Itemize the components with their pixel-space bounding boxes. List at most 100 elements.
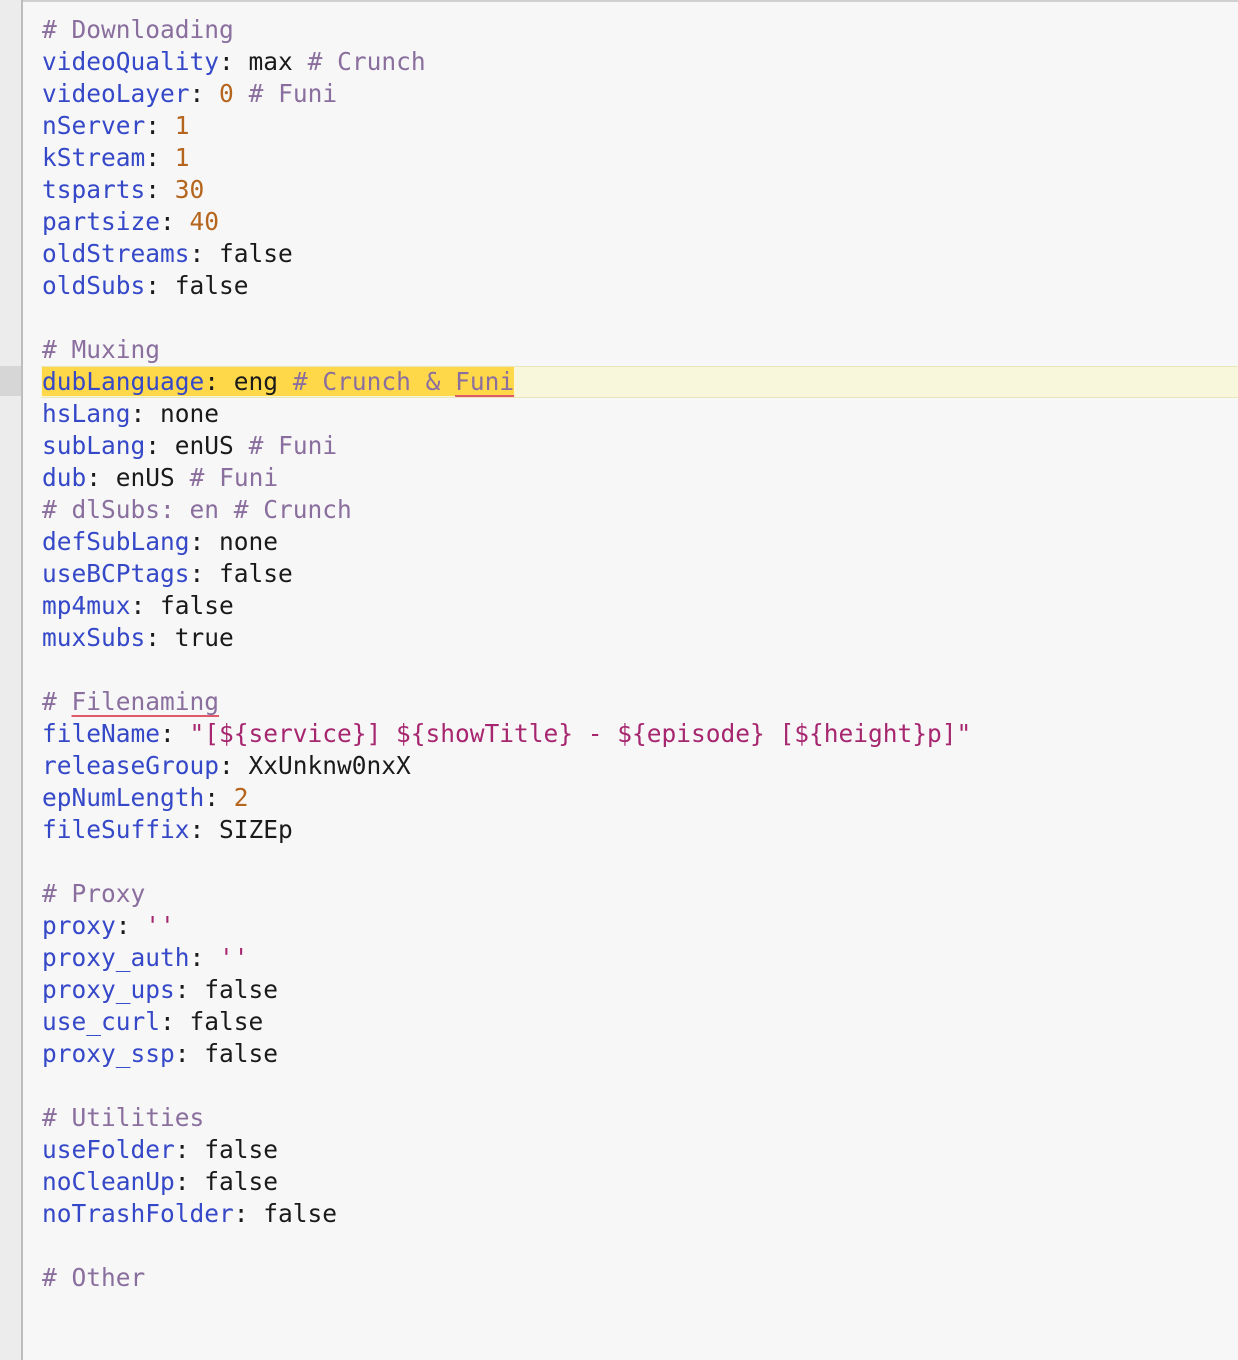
code-line[interactable]: dubLanguage: eng # Crunch & Funi — [41, 366, 1238, 398]
yaml-colon: : — [233, 1199, 264, 1228]
code-line[interactable]: tsparts: 30 — [42, 174, 1238, 206]
code-line[interactable]: # Filenaming — [42, 686, 1238, 718]
code-line[interactable]: # Utilities — [42, 1102, 1238, 1134]
inline-comment: # Crunch & — [292, 367, 456, 396]
code-area[interactable]: # Downloading videoQuality: max # Crunch v… — [41, 14, 1238, 1294]
kv-pair: oldSubs: false — [42, 271, 249, 300]
yaml-colon: : — [189, 559, 220, 588]
kv-pair: videoQuality: max # Crunch — [42, 47, 426, 76]
code-line[interactable]: # Downloading — [42, 14, 1238, 46]
code-line[interactable]: noTrashFolder: false — [42, 1198, 1238, 1230]
code-line[interactable]: hsLang: none — [42, 398, 1238, 430]
comment-text-misspelled: Filenaming — [71, 687, 220, 716]
code-line[interactable]: partsize: 40 — [42, 206, 1238, 238]
yaml-value: false — [204, 1039, 279, 1068]
comment-text: # Proxy — [42, 879, 146, 908]
yaml-colon: : — [204, 783, 234, 812]
comment-text: # Utilities — [42, 1103, 205, 1132]
code-line[interactable] — [42, 1230, 1238, 1262]
code-line[interactable]: subLang: enUS # Funi — [42, 430, 1238, 462]
code-line[interactable]: dub: enUS # Funi — [42, 462, 1238, 494]
kv-pair: useBCPtags: false — [42, 559, 293, 588]
yaml-colon: : — [145, 111, 175, 140]
yaml-colon: : — [189, 815, 220, 844]
comment-text: # Other — [42, 1263, 146, 1292]
yaml-colon: : — [219, 751, 249, 780]
yaml-key: muxSubs — [42, 623, 146, 652]
yaml-colon: : — [160, 207, 190, 236]
code-line[interactable]: nServer: 1 — [42, 110, 1238, 142]
yaml-colon: : — [145, 175, 175, 204]
code-line[interactable]: proxy_ups: false — [42, 974, 1238, 1006]
code-line[interactable]: fileName: "[${service}] ${showTitle} - $… — [42, 718, 1238, 750]
yaml-key: noTrashFolder — [42, 1199, 234, 1228]
code-line[interactable]: # dlSubs: en # Crunch — [42, 494, 1238, 526]
yaml-key: proxy_auth — [42, 943, 190, 972]
code-line[interactable]: proxy: '' — [42, 910, 1238, 942]
kv-pair: proxy: '' — [42, 911, 175, 940]
code-line[interactable]: kStream: 1 — [42, 142, 1238, 174]
yaml-colon: : — [145, 271, 175, 300]
yaml-value: false — [204, 975, 279, 1004]
code-line[interactable]: mp4mux: false — [42, 590, 1238, 622]
yaml-key: kStream — [42, 143, 146, 172]
yaml-colon: : — [219, 47, 249, 76]
yaml-colon: : — [145, 431, 175, 460]
kv-pair: fileName: "[${service}] ${showTitle} - $… — [42, 719, 971, 748]
code-line[interactable]: fileSuffix: SIZEp — [42, 814, 1238, 846]
kv-pair: kStream: 1 — [42, 143, 190, 172]
yaml-colon: : — [189, 79, 220, 108]
yaml-key: partsize — [42, 207, 161, 236]
code-line[interactable]: # Proxy — [42, 878, 1238, 910]
code-line[interactable]: videoLayer: 0 # Funi — [42, 78, 1238, 110]
code-line[interactable]: defSubLang: none — [42, 526, 1238, 558]
code-line[interactable]: # Muxing — [42, 334, 1238, 366]
code-line[interactable]: proxy_ssp: false — [42, 1038, 1238, 1070]
yaml-key: fileSuffix — [42, 815, 190, 844]
kv-pair: releaseGroup: XxUnknw0nxX — [42, 751, 411, 780]
code-line[interactable] — [42, 846, 1238, 878]
current-line-gutter-marker — [0, 366, 21, 396]
code-line[interactable] — [42, 302, 1238, 334]
code-line[interactable]: releaseGroup: XxUnknw0nxX — [42, 750, 1238, 782]
yaml-key: dubLanguage — [42, 367, 205, 396]
yaml-key: noCleanUp — [42, 1167, 175, 1196]
kv-pair: useFolder: false — [42, 1135, 278, 1164]
yaml-value: 30 — [174, 175, 205, 204]
code-line[interactable]: useBCPtags: false — [42, 558, 1238, 590]
code-line[interactable]: useFolder: false — [42, 1134, 1238, 1166]
line-gutter — [0, 0, 23, 1360]
code-line[interactable]: epNumLength: 2 — [42, 782, 1238, 814]
code-line[interactable] — [42, 654, 1238, 686]
yaml-key: useBCPtags — [42, 559, 190, 588]
code-line[interactable]: proxy_auth: '' — [42, 942, 1238, 974]
yaml-colon: : — [174, 1167, 205, 1196]
code-line[interactable]: videoQuality: max # Crunch — [42, 46, 1238, 78]
code-line[interactable]: oldStreams: false — [42, 238, 1238, 270]
yaml-key: tsparts — [42, 175, 146, 204]
yaml-colon: : — [160, 1007, 190, 1036]
yaml-colon: : — [130, 399, 161, 428]
yaml-value: false — [160, 591, 234, 620]
yaml-key: proxy_ups — [42, 975, 175, 1004]
yaml-key: oldSubs — [42, 271, 146, 300]
kv-pair: defSubLang: none — [42, 527, 278, 556]
code-line[interactable]: muxSubs: true — [42, 622, 1238, 654]
code-line[interactable]: use_curl: false — [42, 1006, 1238, 1038]
yaml-colon: : — [204, 367, 234, 396]
kv-pair: proxy_auth: '' — [42, 943, 249, 972]
kv-pair: videoLayer: 0 # Funi — [42, 79, 337, 108]
yaml-colon: : — [145, 143, 175, 172]
code-line[interactable]: oldSubs: false — [42, 270, 1238, 302]
yaml-colon: : — [174, 975, 205, 1004]
yaml-key: epNumLength — [42, 783, 205, 812]
yaml-key: videoLayer — [42, 79, 190, 108]
code-editor[interactable]: # Downloading videoQuality: max # Crunch v… — [0, 0, 1238, 1360]
yaml-key: subLang — [42, 431, 146, 460]
code-line[interactable]: # Other — [42, 1262, 1238, 1294]
code-line[interactable] — [42, 1070, 1238, 1102]
yaml-key: proxy — [42, 911, 116, 940]
inline-comment: # Funi — [248, 431, 338, 460]
code-line[interactable]: noCleanUp: false — [42, 1166, 1238, 1198]
